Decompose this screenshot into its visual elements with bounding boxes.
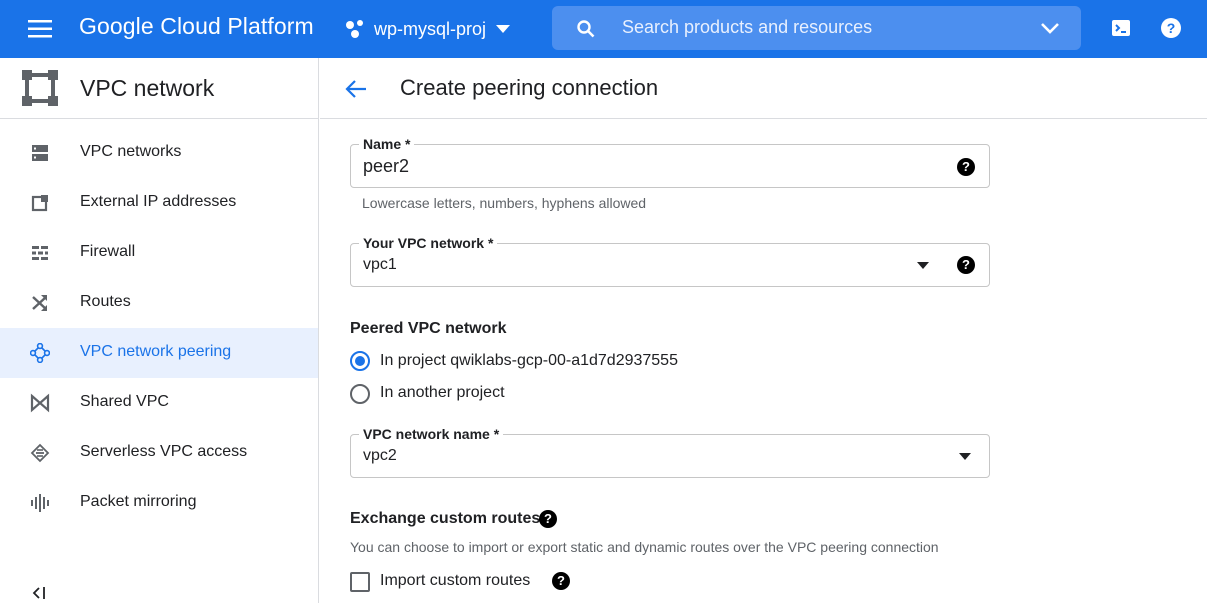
cloud-shell-icon[interactable] — [1110, 17, 1132, 39]
sidebar-item-label: Shared VPC — [80, 393, 169, 410]
search-placeholder: Search products and resources — [622, 17, 873, 37]
vpc-network-name-value: vpc2 — [363, 447, 397, 464]
help-icon[interactable]: ? — [1160, 17, 1182, 39]
project-icon — [346, 20, 363, 38]
name-label: Name * — [359, 136, 415, 152]
sidebar-item-label: VPC networks — [80, 143, 182, 160]
vpc-network-name-select[interactable]: VPC network name * vpc2 — [350, 426, 990, 478]
help-icon[interactable]: ? — [539, 510, 557, 528]
sidebar-header: VPC network — [0, 58, 319, 119]
name-input-value[interactable]: peer2 — [363, 156, 409, 177]
help-icon[interactable]: ? — [552, 572, 570, 590]
exchange-routes-description: You can choose to import or export stati… — [350, 539, 939, 555]
sidebar-item-external-ip[interactable]: External IP addresses — [0, 178, 318, 228]
sidebar-item-label: VPC network peering — [80, 343, 232, 360]
search-icon — [577, 20, 595, 38]
product-brand[interactable]: Google Cloud Platform — [79, 13, 314, 40]
radio-another-project[interactable] — [350, 384, 370, 404]
your-vpc-network-label: Your VPC network * — [359, 235, 498, 251]
chevron-down-icon — [496, 25, 511, 33]
radio-another-project-label[interactable]: In another project — [380, 384, 505, 402]
firewall-icon — [32, 246, 48, 260]
vpc-networks-icon — [32, 145, 48, 161]
sidebar-title: VPC network — [80, 75, 215, 101]
serverless-icon — [30, 443, 50, 463]
sidebar-item-packet-mirroring[interactable]: Packet mirroring — [0, 478, 318, 528]
shared-vpc-icon — [30, 393, 50, 413]
page-title: Create peering connection — [400, 75, 659, 100]
vpc-network-logo-icon — [22, 70, 58, 106]
sidebar-item-serverless-vpc-access[interactable]: Serverless VPC access — [0, 428, 318, 478]
sidebar-item-label: Serverless VPC access — [80, 443, 248, 460]
sidebar-item-vpc-network-peering[interactable]: VPC network peering — [0, 328, 318, 378]
sidebar-item-shared-vpc[interactable]: Shared VPC — [0, 378, 318, 428]
main-menu-button[interactable] — [20, 15, 60, 43]
import-custom-routes-label[interactable]: Import custom routes — [380, 572, 530, 590]
your-vpc-network-select[interactable]: Your VPC network * vpc1 ? — [350, 235, 990, 287]
name-field[interactable]: Name * peer2 ? — [350, 136, 990, 188]
sidebar-item-firewall[interactable]: Firewall — [0, 228, 318, 278]
packet-mirroring-icon — [31, 494, 49, 512]
page-header: Create peering connection — [320, 58, 1207, 119]
import-custom-routes-checkbox[interactable] — [350, 572, 370, 592]
peering-icon — [30, 343, 50, 363]
exchange-routes-heading: Exchange custom routes — [350, 510, 541, 527]
dropdown-arrow-icon[interactable] — [959, 453, 971, 460]
vpc-network-name-label: VPC network name * — [359, 426, 504, 442]
search-box[interactable]: Search products and resources — [552, 6, 1081, 50]
top-app-bar: Google Cloud Platform wp-mysql-proj Sear… — [0, 0, 1207, 58]
radio-in-project[interactable] — [350, 351, 370, 371]
peered-vpc-heading: Peered VPC network — [350, 320, 507, 337]
radio-in-project-label[interactable]: In project qwiklabs-gcp-00-a1d7d2937555 — [380, 352, 678, 370]
sidebar-item-vpc-networks[interactable]: VPC networks — [0, 128, 318, 178]
routes-icon — [32, 295, 47, 311]
sidebar: VPC network VPC networks External IP add… — [0, 58, 319, 603]
external-ip-icon — [31, 195, 48, 212]
sidebar-item-label: Routes — [80, 293, 131, 310]
dropdown-arrow-icon[interactable] — [917, 262, 929, 269]
help-icon[interactable]: ? — [957, 256, 975, 274]
project-name: wp-mysql-proj — [374, 18, 487, 39]
expand-search-icon[interactable] — [1040, 22, 1060, 34]
help-icon[interactable]: ? — [957, 158, 975, 176]
back-arrow-icon[interactable] — [344, 77, 368, 101]
sidebar-item-label: External IP addresses — [80, 193, 237, 210]
name-hint: Lowercase letters, numbers, hyphens allo… — [362, 195, 647, 211]
your-vpc-network-value: vpc1 — [363, 256, 397, 273]
collapse-sidebar-icon[interactable] — [30, 585, 50, 601]
hamburger-icon — [28, 20, 52, 38]
sidebar-item-routes[interactable]: Routes — [0, 278, 318, 328]
sidebar-item-label: Packet mirroring — [80, 493, 197, 510]
project-selector[interactable]: wp-mysql-proj — [345, 15, 511, 43]
svg-text:?: ? — [1167, 20, 1176, 36]
sidebar-item-label: Firewall — [80, 243, 136, 260]
